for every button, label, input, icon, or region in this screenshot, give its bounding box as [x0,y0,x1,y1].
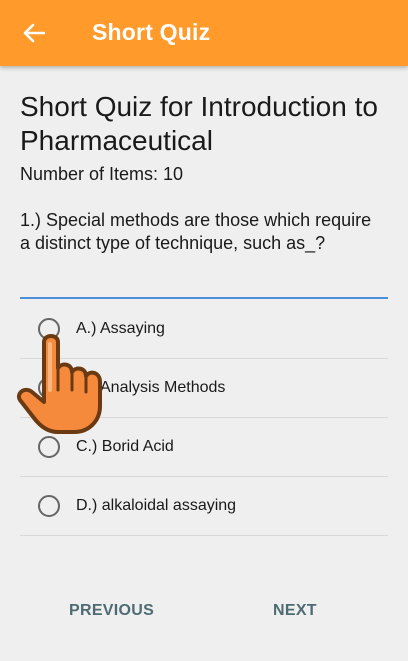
option-label: C.) Borid Acid [76,438,174,455]
previous-button[interactable]: PREVIOUS [69,602,154,620]
back-button[interactable] [18,17,50,49]
app-bar: Short Quiz [0,0,408,66]
next-button[interactable]: NEXT [273,602,317,620]
option-c[interactable]: C.) Borid Acid [20,418,388,477]
question-divider [20,297,388,299]
arrow-left-icon [23,23,45,43]
radio-button[interactable] [38,495,60,517]
item-count: Number of Items: 10 [20,164,184,184]
quiz-title: Short Quiz for Introduction to Pharmaceu… [20,91,378,156]
app-bar-title: Short Quiz [92,19,211,45]
answer-options: A.) Assaying B.) Analysis Methods C.) Bo… [20,300,388,536]
question-text: 1.) Special methods are those which requ… [20,210,372,253]
option-d[interactable]: D.) alkaloidal assaying [20,477,388,536]
option-label: A.) Assaying [76,320,165,337]
option-b[interactable]: B.) Analysis Methods [20,359,388,418]
radio-button[interactable] [38,436,60,458]
radio-button[interactable] [38,377,60,399]
option-label: B.) Analysis Methods [76,379,226,396]
radio-button[interactable] [38,318,60,340]
option-label: D.) alkaloidal assaying [76,497,237,514]
option-a[interactable]: A.) Assaying [20,300,388,359]
